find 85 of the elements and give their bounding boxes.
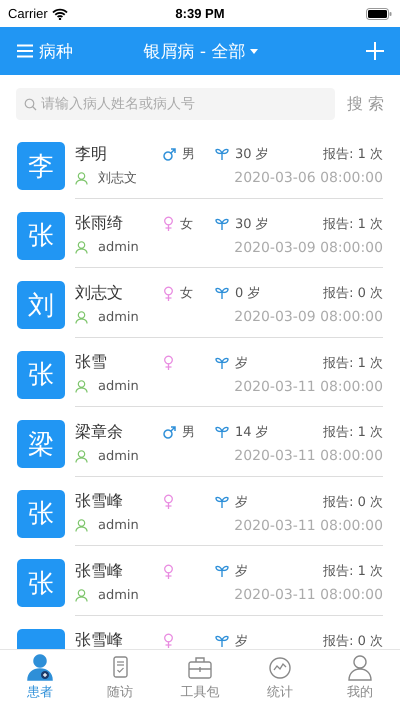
age-label: 岁: [235, 494, 248, 510]
age-label: 岁: [235, 563, 248, 580]
female-icon: [163, 216, 174, 231]
doctor-name: admin: [98, 379, 139, 394]
visit-time: 2020-03-11 08:00:00: [234, 587, 383, 603]
sprout-icon: [215, 496, 229, 508]
report-count: 报告: 0 次: [323, 632, 383, 649]
person-icon: [75, 241, 88, 254]
age-label: 14 岁: [235, 424, 269, 441]
tab[interactable]: 统计: [240, 650, 320, 710]
female-icon: [163, 494, 174, 509]
avatar: 李: [17, 142, 65, 190]
sprout-icon: [215, 565, 229, 577]
sprout-icon: [215, 426, 229, 438]
menu-icon: [16, 44, 34, 58]
person-icon: [75, 310, 88, 324]
age-label: 0 岁: [235, 285, 260, 302]
doctor-name: admin: [98, 588, 139, 602]
avatar: 梁: [17, 420, 65, 468]
tab[interactable]: 患者: [0, 650, 80, 710]
doctor-name: admin: [98, 448, 139, 464]
search-field[interactable]: 请输入病人姓名或病人号: [16, 88, 335, 120]
male-icon: [163, 426, 176, 438]
age-label: 30 岁: [235, 146, 269, 163]
sprout-icon: [215, 356, 229, 368]
report-count: 报告: 1 次: [323, 354, 383, 372]
patient-name[interactable]: 刘志文: [75, 282, 163, 304]
person-icon: [75, 380, 88, 393]
female-icon: [163, 355, 174, 370]
age-label: 岁: [235, 632, 248, 649]
doctor-name: admin: [98, 240, 139, 255]
sprout-icon: [215, 148, 229, 160]
report-count: 报告: 1 次: [323, 424, 383, 441]
sprout-icon: [215, 634, 229, 646]
avatar: 张: [17, 212, 65, 260]
female-icon: [163, 286, 174, 300]
doctor-name: admin: [98, 518, 139, 533]
patient-name[interactable]: 梁章余: [75, 422, 163, 442]
tab[interactable]: 我的: [320, 650, 400, 710]
gender-label: 女: [180, 216, 193, 232]
female-icon: [163, 564, 174, 578]
doctor-name: 刘志文: [98, 170, 137, 187]
visit-time: 2020-03-11 08:00:00: [234, 378, 383, 394]
person-icon: [75, 172, 88, 184]
female-icon: [163, 633, 174, 648]
patient-name[interactable]: 张雪: [75, 352, 163, 373]
gender-label: 男: [182, 424, 195, 441]
visit-time: 2020-03-11 08:00:00: [234, 448, 383, 464]
visit-time: 2020-03-09 08:00:00: [234, 309, 383, 325]
doctor-name: admin: [98, 310, 139, 324]
battery-icon: [366, 8, 392, 20]
tab[interactable]: 随访: [80, 650, 160, 710]
report-count: 报告: 1 次: [323, 216, 383, 232]
avatar: 刘: [17, 281, 65, 329]
patient-name[interactable]: 张雪峰: [75, 630, 163, 649]
age-label: 30 岁: [235, 216, 269, 232]
age-label: 岁: [235, 354, 248, 372]
carrier-label: Carrier: [8, 6, 48, 21]
avatar: 张: [17, 559, 65, 607]
visit-time: 2020-03-09 08:00:00: [234, 240, 383, 256]
visit-time: 2020-03-11 08:00:00: [234, 518, 383, 534]
sprout-icon: [215, 287, 229, 299]
patient-name[interactable]: 张雪峰: [75, 560, 163, 582]
patient-name[interactable]: 张雪峰: [75, 491, 163, 512]
tab[interactable]: 工具包: [160, 650, 240, 710]
report-count: 报告: 1 次: [323, 563, 383, 580]
add-icon[interactable]: [366, 42, 384, 60]
sprout-icon: [215, 218, 229, 230]
person-icon: [75, 588, 88, 602]
male-icon: [163, 148, 176, 160]
gender-label: 女: [180, 285, 193, 302]
person-icon: [75, 450, 88, 462]
person-icon: [75, 519, 88, 532]
gender-label: 男: [182, 146, 195, 163]
patient-name[interactable]: 李明: [75, 144, 163, 164]
wifi-icon: [52, 8, 68, 20]
report-count: 报告: 0 次: [323, 494, 383, 510]
patient-name[interactable]: 张雨绮: [75, 213, 163, 234]
report-count: 报告: 1 次: [323, 146, 383, 163]
caret-icon: [250, 48, 258, 54]
visit-time: 2020-03-06 08:00:00: [234, 170, 383, 186]
clock-time: 8:39 PM: [175, 6, 225, 21]
report-count: 报告: 0 次: [323, 285, 383, 302]
avatar: 张: [17, 350, 65, 398]
avatar: 张: [17, 490, 65, 538]
